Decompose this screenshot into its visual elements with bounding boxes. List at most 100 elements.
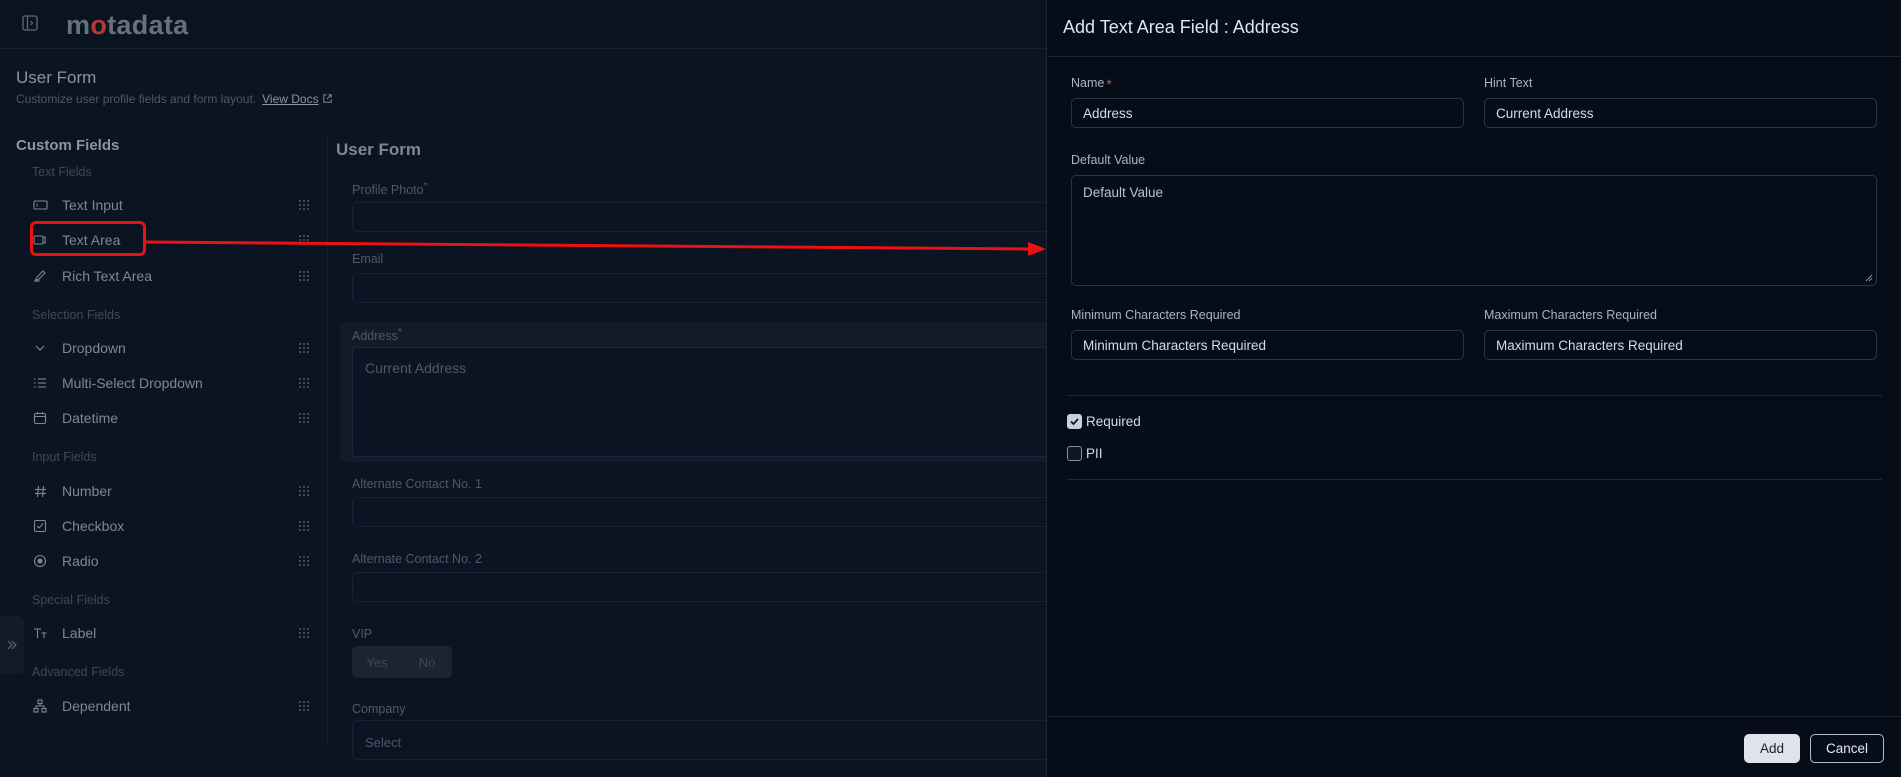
drag-handle-icon[interactable] <box>298 341 312 355</box>
pii-checkbox-label: PII <box>1086 446 1103 461</box>
field-radio-label: Radio <box>62 553 99 569</box>
field-rich-text-area[interactable]: Rich Text Area <box>32 262 312 290</box>
field-multi-select-dropdown[interactable]: Multi-Select Dropdown <box>32 369 312 397</box>
vip-yes-option[interactable]: Yes <box>352 646 402 678</box>
hint-text-input[interactable]: Current Address <box>1484 98 1877 128</box>
alt-contact-1-input[interactable] <box>352 497 1052 527</box>
drag-handle-icon[interactable] <box>298 411 312 425</box>
drawer-divider <box>1067 479 1882 480</box>
required-mark: * <box>423 181 428 192</box>
required-checkbox-row[interactable]: Required <box>1067 414 1141 429</box>
sidebar-toggle-icon[interactable] <box>22 15 38 31</box>
field-checkbox-label: Checkbox <box>62 518 125 534</box>
alt-contact-2-input[interactable] <box>352 572 1052 602</box>
text-type-icon <box>32 625 48 641</box>
section-special-fields: Special Fields <box>32 593 110 607</box>
max-chars-input[interactable]: Maximum Characters Required <box>1484 330 1877 360</box>
radio-icon <box>32 553 48 569</box>
vip-no-option[interactable]: No <box>402 646 452 678</box>
required-checkbox[interactable] <box>1067 414 1082 429</box>
drag-handle-icon[interactable] <box>298 233 312 247</box>
default-value-placeholder: Default Value <box>1083 185 1164 200</box>
profile-photo-text: Profile Photo <box>352 183 424 198</box>
field-rich-text-area-label: Rich Text Area <box>62 268 153 284</box>
max-chars-label: Maximum Characters Required <box>1484 308 1657 322</box>
drawer-header: Add Text Area Field : Address <box>1047 0 1901 57</box>
chevron-down-icon <box>32 340 48 356</box>
min-chars-label: Minimum Characters Required <box>1071 308 1241 322</box>
field-number-label: Number <box>62 483 112 499</box>
field-label[interactable]: Label <box>32 619 312 647</box>
drag-handle-icon[interactable] <box>298 626 312 640</box>
address-text: Address <box>352 329 398 344</box>
add-field-drawer: Add Text Area Field : Address Name * Addr… <box>1046 0 1901 777</box>
logo-accent: o <box>90 10 108 40</box>
custom-fields-title: Custom Fields <box>16 137 120 154</box>
default-value-textarea[interactable]: Default Value <box>1071 175 1877 286</box>
pii-checkbox[interactable] <box>1067 446 1082 461</box>
checkmark-icon <box>1070 418 1079 426</box>
vip-toggle[interactable]: Yes No <box>352 646 452 678</box>
name-input-value: Address <box>1083 105 1133 121</box>
field-dependent[interactable]: Dependent <box>32 692 312 720</box>
section-selection-fields: Selection Fields <box>32 308 121 322</box>
drawer-footer: Add Cancel <box>1047 716 1901 777</box>
drag-handle-icon[interactable] <box>298 699 312 713</box>
hint-text-label: Hint Text <box>1484 76 1533 90</box>
double-chevron-right-icon <box>7 640 17 650</box>
field-radio[interactable]: Radio <box>32 547 312 575</box>
user-form-title: User Form <box>336 140 422 159</box>
section-input-fields: Input Fields <box>32 450 97 464</box>
field-text-input[interactable]: Text Input <box>32 191 312 219</box>
email-input[interactable] <box>352 273 1052 303</box>
profile-photo-input[interactable] <box>352 202 1052 232</box>
profile-photo-label: Profile Photo* <box>352 181 428 197</box>
field-dropdown[interactable]: Dropdown <box>32 334 312 362</box>
alt-contact-2-label: Alternate Contact No. 2 <box>352 552 482 566</box>
pen-icon <box>32 268 48 284</box>
drag-handle-icon[interactable] <box>298 198 312 212</box>
section-text-fields: Text Fields <box>32 165 92 179</box>
field-number[interactable]: Number <box>32 477 312 505</box>
field-datetime-label: Datetime <box>62 410 119 426</box>
company-select[interactable]: Select <box>352 720 1052 760</box>
name-label-text: Name <box>1071 76 1105 90</box>
required-checkbox-label: Required <box>1086 414 1141 429</box>
hash-icon <box>32 483 48 499</box>
drag-handle-icon[interactable] <box>298 484 312 498</box>
motadata-logo: motadata <box>66 10 189 40</box>
name-input[interactable]: Address <box>1071 98 1464 128</box>
name-label: Name * <box>1071 76 1112 92</box>
alt-contact-1-label: Alternate Contact No. 1 <box>352 477 482 491</box>
required-mark: * <box>1106 76 1112 92</box>
checkbox-icon <box>32 518 48 534</box>
drag-handle-icon[interactable] <box>298 269 312 283</box>
page-title: User Form <box>16 68 97 87</box>
field-datetime[interactable]: Datetime <box>32 404 312 432</box>
min-chars-input[interactable]: Minimum Characters Required <box>1071 330 1464 360</box>
add-button[interactable]: Add <box>1744 734 1800 763</box>
pii-checkbox-row[interactable]: PII <box>1067 446 1103 461</box>
section-advanced-fields: Advanced Fields <box>32 665 125 679</box>
drag-handle-icon[interactable] <box>298 376 312 390</box>
max-chars-placeholder: Maximum Characters Required <box>1496 337 1683 353</box>
cancel-button[interactable]: Cancel <box>1810 734 1884 763</box>
hierarchy-icon <box>32 698 48 714</box>
field-checkbox[interactable]: Checkbox <box>32 512 312 540</box>
drag-handle-icon[interactable] <box>298 519 312 533</box>
hint-text-value: Current Address <box>1496 105 1594 121</box>
resize-handle-icon[interactable] <box>1865 274 1873 282</box>
company-select-value: Select <box>365 735 402 750</box>
view-docs-link[interactable]: View Docs <box>262 92 318 106</box>
field-multi-select-label: Multi-Select Dropdown <box>62 375 203 391</box>
address-textarea[interactable]: Current Address <box>352 347 1052 457</box>
text-input-icon <box>32 197 48 213</box>
field-dropdown-label: Dropdown <box>62 340 126 356</box>
external-link-icon <box>323 94 332 103</box>
address-placeholder: Current Address <box>365 360 467 376</box>
calendar-icon <box>32 410 48 426</box>
field-label-label: Label <box>62 625 97 641</box>
expand-panel-tab[interactable] <box>0 616 24 674</box>
view-docs-label: View Docs <box>262 92 319 106</box>
drag-handle-icon[interactable] <box>298 554 312 568</box>
